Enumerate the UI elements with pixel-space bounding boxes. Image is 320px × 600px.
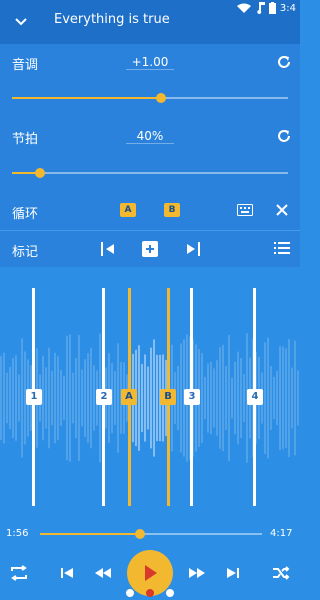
marks-row: 标记 xyxy=(0,231,300,267)
pitch-slider[interactable] xyxy=(12,93,288,103)
loop-a-button[interactable]: A xyxy=(120,203,136,217)
pitch-panel: 音调 +1.00 xyxy=(0,44,300,118)
page-dot xyxy=(166,589,174,597)
loop-label: 循环 xyxy=(12,207,39,222)
tempo-panel: 节拍 40% xyxy=(0,118,300,192)
marker-label-a[interactable]: A xyxy=(121,389,137,405)
marker-label[interactable]: 3 xyxy=(184,389,200,405)
marker-label[interactable]: 4 xyxy=(247,389,263,405)
wifi-icon xyxy=(236,3,251,13)
reset-pitch-icon[interactable] xyxy=(276,54,292,70)
repeat-icon[interactable] xyxy=(10,565,28,581)
tempo-slider-thumb[interactable] xyxy=(34,168,45,178)
clock: 3:4 xyxy=(279,2,296,14)
playback-position-slider[interactable] xyxy=(40,529,262,539)
fast-forward-icon[interactable] xyxy=(189,567,205,579)
reset-tempo-icon[interactable] xyxy=(276,128,292,144)
keyboard-icon[interactable] xyxy=(237,204,253,216)
page-dot-active xyxy=(146,589,154,597)
shuffle-icon[interactable] xyxy=(272,565,290,581)
status-bar: 3:4 xyxy=(236,2,296,14)
tempo-label: 节拍 xyxy=(12,132,39,147)
page-dot xyxy=(126,589,134,597)
skip-next-icon[interactable] xyxy=(227,567,239,579)
marker-label-b[interactable]: B xyxy=(160,389,176,405)
close-loop-icon[interactable] xyxy=(276,204,288,216)
pitch-label: 音调 xyxy=(12,58,39,73)
playback-position-thumb[interactable] xyxy=(134,529,145,539)
rewind-icon[interactable] xyxy=(95,567,111,579)
battery-icon xyxy=(268,2,276,14)
marker-label[interactable]: 2 xyxy=(96,389,112,405)
next-mark-icon[interactable] xyxy=(184,241,202,257)
skip-previous-icon[interactable] xyxy=(61,567,73,579)
tempo-value[interactable]: 40% xyxy=(126,129,174,144)
chevron-down-icon[interactable] xyxy=(12,12,30,30)
marks-label: 标记 xyxy=(12,245,39,260)
play-icon xyxy=(145,565,157,581)
song-title: Everything is true xyxy=(54,12,170,27)
loop-row: 循环 A B xyxy=(0,192,300,230)
marker-label[interactable]: 1 xyxy=(26,389,42,405)
music-note-icon xyxy=(257,2,265,14)
pitch-value[interactable]: +1.00 xyxy=(126,55,174,70)
total-time: 4:17 xyxy=(270,528,293,539)
add-mark-icon[interactable] xyxy=(142,241,158,257)
current-time: 1:56 xyxy=(6,528,29,539)
pitch-slider-fill xyxy=(12,97,162,99)
tempo-slider[interactable] xyxy=(12,168,288,178)
pitch-slider-thumb[interactable] xyxy=(156,93,167,103)
mark-list-icon[interactable] xyxy=(274,241,290,255)
playback-position-fill xyxy=(40,533,140,535)
app-header: Everything is true 3:4 xyxy=(0,0,300,44)
loop-b-button[interactable]: B xyxy=(164,203,180,217)
previous-mark-icon[interactable] xyxy=(99,241,117,257)
